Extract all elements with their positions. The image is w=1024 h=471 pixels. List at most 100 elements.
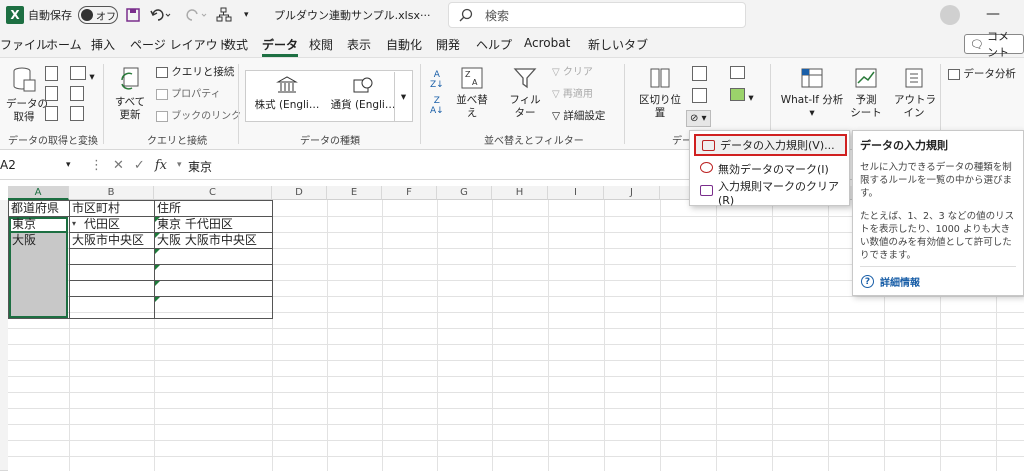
tab-developer[interactable]: 開発 xyxy=(436,36,460,53)
whatif-button[interactable]: What-If 分析 ▾ xyxy=(778,66,846,120)
relationships-icon[interactable]: ▾ xyxy=(730,88,754,105)
consolidate-icon[interactable] xyxy=(730,66,745,83)
column-header[interactable]: D xyxy=(272,186,327,200)
tree-icon[interactable] xyxy=(216,0,232,30)
table-cell[interactable]: 大阪 xyxy=(12,232,68,248)
table-cell[interactable]: 東京 xyxy=(12,216,68,232)
redo-icon[interactable] xyxy=(186,0,208,30)
name-box[interactable]: A2 ▾ xyxy=(0,154,84,176)
undo-icon[interactable] xyxy=(150,0,172,30)
tab-home[interactable]: ホーム xyxy=(46,36,82,53)
table-cell[interactable]: 東京 千代田区 xyxy=(157,216,272,232)
from-table-icon[interactable] xyxy=(45,106,58,125)
comment-button[interactable]: 🗨 コメント xyxy=(964,30,1024,59)
tab-acrobat[interactable]: Acrobat xyxy=(524,36,570,50)
table-cell[interactable]: 代田区 xyxy=(84,216,154,232)
outline-label: アウトラ イン xyxy=(894,94,936,119)
tab-insert[interactable]: 挿入 xyxy=(91,36,115,53)
group-separator xyxy=(103,64,104,144)
from-file-icon[interactable] xyxy=(70,106,84,125)
customize-qat-icon[interactable]: ▾ xyxy=(244,0,249,30)
existing-connections-icon[interactable] xyxy=(70,86,84,105)
reapply-button[interactable]: ▽ 再適用 xyxy=(552,88,593,101)
autosave-toggle[interactable]: オフ xyxy=(78,6,118,24)
book-links-button[interactable]: ブックのリンク xyxy=(156,110,241,123)
menu-item-data-validation[interactable]: データの入力規則(V)... xyxy=(694,134,847,156)
tab-formulas[interactable]: 数式 xyxy=(224,36,248,53)
table-cell[interactable]: 大阪市中央区 xyxy=(72,232,154,248)
from-web-icon[interactable] xyxy=(45,86,58,105)
data-validation-icon xyxy=(702,140,715,151)
currency-button[interactable]: 通貨 (Engli… xyxy=(326,75,400,112)
column-header[interactable]: G xyxy=(437,186,492,200)
svg-text:A: A xyxy=(472,78,478,87)
minimize-icon[interactable]: — xyxy=(986,6,1000,22)
sort-button[interactable]: ZA 並べ替え xyxy=(452,66,492,120)
avatar[interactable] xyxy=(940,5,960,25)
column-header[interactable]: B xyxy=(69,186,154,200)
column-header[interactable]: E xyxy=(327,186,382,200)
forecast-sheet-button[interactable]: 予測 シート xyxy=(848,66,884,120)
filename-more: ··· xyxy=(419,8,431,22)
tooltip-body: たとえば、1、2、3 などの値のリストを表示したり、1000 よりも大きい数値の… xyxy=(860,211,1015,261)
recent-sources-icon[interactable]: ▾ xyxy=(70,66,95,84)
insert-function-icon[interactable]: fx xyxy=(155,158,167,173)
enter-icon[interactable]: ✓ xyxy=(134,158,145,173)
svg-text:Z: Z xyxy=(465,70,471,79)
get-data-button[interactable]: データの 取得 xyxy=(6,66,48,124)
stocks-button[interactable]: 株式 (Engli… xyxy=(250,75,324,112)
table-border xyxy=(69,248,273,249)
filter-button[interactable]: フィルター xyxy=(505,66,545,120)
tab-review[interactable]: 校閲 xyxy=(309,36,333,53)
column-header[interactable]: F xyxy=(382,186,437,200)
search-input[interactable]: 検索 xyxy=(448,2,746,28)
refresh-all-button[interactable]: すべて 更新 xyxy=(112,66,148,122)
tab-view[interactable]: 表示 xyxy=(347,36,371,53)
remove-duplicates-icon[interactable] xyxy=(692,88,707,107)
group-label-get-transform: データの取得と変換 xyxy=(8,136,98,147)
outline-button[interactable]: アウトラ イン xyxy=(894,66,936,120)
advanced-filter-button[interactable]: ▽ 詳細設定 xyxy=(552,110,605,123)
tab-new[interactable]: 新しいタブ xyxy=(588,36,648,53)
tooltip-help-link[interactable]: ? 詳細情報 xyxy=(861,274,920,289)
tab-file[interactable]: ファイル xyxy=(0,36,48,53)
clear-filter-button[interactable]: ▽ クリア xyxy=(552,66,593,79)
text-to-columns-button[interactable]: 区切り位置 xyxy=(634,66,686,120)
tooltip: データの入力規則 セルに入力できるデータの種類を制限するルールを一覧の中から選び… xyxy=(852,130,1024,296)
tab-page-layout[interactable]: ページ レイアウト xyxy=(130,36,230,53)
column-header[interactable]: C xyxy=(154,186,272,200)
tab-automate[interactable]: 自動化 xyxy=(386,36,422,53)
menu-item-clear-circles[interactable]: 入力規則マークのクリア(R) xyxy=(694,180,847,207)
from-text-icon[interactable] xyxy=(45,66,58,85)
gridline xyxy=(8,328,1024,329)
properties-label: プロパティ xyxy=(171,89,221,100)
table-header-cell[interactable]: 市区町村 xyxy=(72,200,154,216)
table-header-cell[interactable]: 住所 xyxy=(157,200,272,216)
save-icon[interactable] xyxy=(126,0,140,30)
tab-data[interactable]: データ xyxy=(262,36,299,57)
properties-button[interactable]: プロパティ xyxy=(156,88,221,101)
queries-connections-button[interactable]: クエリと接続 xyxy=(156,66,234,79)
row-header-strip[interactable] xyxy=(0,200,8,471)
flash-fill-icon[interactable] xyxy=(692,66,707,85)
cancel-icon[interactable]: ✕ xyxy=(113,158,124,173)
formula-input[interactable]: 東京 xyxy=(188,158,212,175)
column-header[interactable]: I xyxy=(548,186,604,200)
tooltip-title: データの入力規則 xyxy=(860,139,948,152)
column-header[interactable]: J xyxy=(604,186,660,200)
table-cell[interactable]: 大阪 大阪市中央区 xyxy=(157,232,272,248)
data-validation-dropdown-button[interactable]: ⊘ ▾ xyxy=(686,110,711,127)
data-analysis-button[interactable]: データ分析 xyxy=(948,68,1016,81)
dropdown-arrow-icon[interactable]: ▾ xyxy=(72,216,76,232)
column-header[interactable]: A xyxy=(8,186,69,200)
sort-az-icon[interactable]: A Z↓ xyxy=(430,70,444,90)
gridline xyxy=(382,200,383,471)
column-header[interactable]: H xyxy=(492,186,548,200)
advanced-label: 詳細設定 xyxy=(563,110,606,122)
whatif-label: What-If 分析 xyxy=(780,94,844,106)
table-header-cell[interactable]: 都道府県 xyxy=(11,200,69,216)
sort-za-icon[interactable]: Z A↓ xyxy=(430,96,444,116)
tab-help[interactable]: ヘルプ xyxy=(476,36,512,53)
data-types-expand-icon[interactable]: ▾ xyxy=(394,72,412,122)
filename: プルダウン連動サンプル.xlsx ··· xyxy=(274,0,430,30)
